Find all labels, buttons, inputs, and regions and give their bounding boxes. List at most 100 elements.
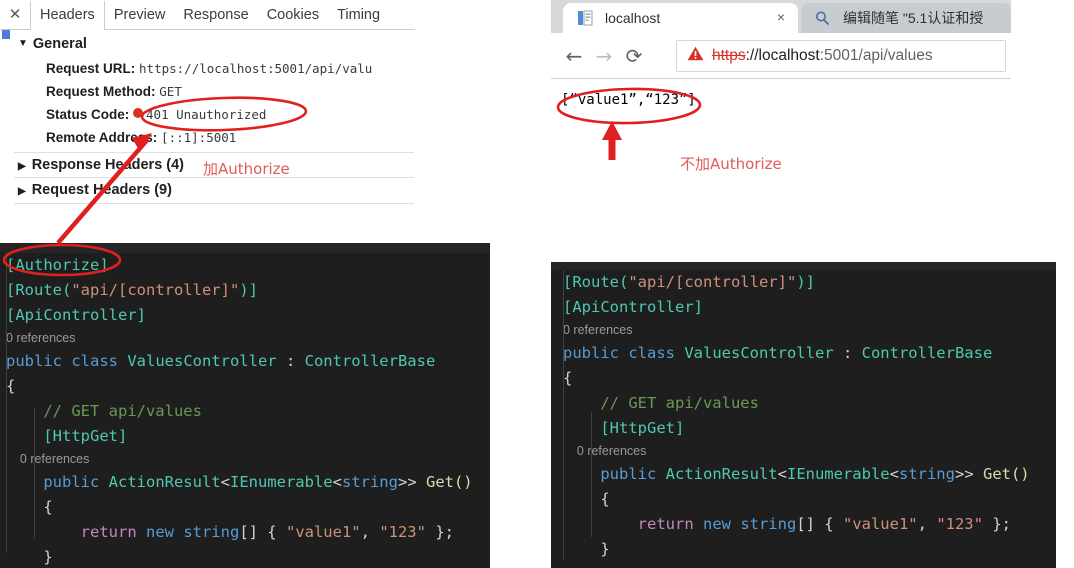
code-lines: [Route("api/[controller]")] [ApiControlle… <box>551 270 1056 562</box>
code-line: [HttpGet] <box>551 416 1056 441</box>
code-token: public <box>563 465 666 483</box>
response-headers-section[interactable]: ▶ Response Headers (4) <box>18 157 184 173</box>
code-token: [Authorize] <box>6 256 109 274</box>
code-token: new <box>702 515 741 533</box>
tab-headers[interactable]: Headers <box>30 0 105 30</box>
url-scheme-struck: https <box>712 47 746 64</box>
divider <box>14 203 414 204</box>
code-token: return <box>563 515 703 533</box>
code-token: class <box>71 352 128 370</box>
browser-tab-title: 编辑随笔 "5.1认证和授 <box>843 10 984 26</box>
code-line: [ApiController] <box>551 295 1056 320</box>
code-token: )] <box>796 273 815 291</box>
code-token: ActionResult <box>665 465 778 483</box>
indent-guide <box>34 408 35 538</box>
code-token: class <box>628 344 685 362</box>
code-token: : <box>833 344 862 362</box>
code-line: [Authorize] <box>0 253 490 278</box>
code-token: string <box>898 465 955 483</box>
browser-tab-title: localhost <box>605 10 661 26</box>
code-token: ValuesController <box>684 344 834 362</box>
address-bar[interactable]: https://localhost:5001/api/values <box>676 40 1006 72</box>
code-token: ControllerBase <box>861 344 993 362</box>
browser-tab-strip: localhost × 编辑随笔 "5.1认证和授 <box>551 0 1011 33</box>
code-token: public <box>6 473 109 491</box>
status-code-value: 401 Unauthorized <box>146 107 267 122</box>
code-token: public <box>6 352 72 370</box>
code-token: [ApiController] <box>6 306 146 324</box>
browser-tab-blog-editor[interactable]: 编辑随笔 "5.1认证和授 <box>801 3 1011 33</box>
code-token: ValuesController <box>127 352 277 370</box>
code-token: [Route( <box>6 281 72 299</box>
indent-guide <box>591 412 592 537</box>
code-line: public class ValuesController : Controll… <box>0 349 490 374</box>
chrome-browser-window: localhost × 编辑随笔 "5.1认证和授 ← → ⟳ https://… <box>551 0 1011 135</box>
code-line: 0 references <box>563 323 633 337</box>
code-token: < <box>777 465 787 483</box>
browser-toolbar: ← → ⟳ https://localhost:5001/api/values <box>551 33 1011 79</box>
request-url-value: https://localhost:5001/api/valu <box>139 61 373 76</box>
code-token: >> <box>397 473 426 491</box>
browser-tab-localhost[interactable]: localhost × <box>563 3 798 33</box>
code-token: "value1" <box>285 523 361 541</box>
code-editor-with-authorize: [Authorize] [Route("api/[controller]")] [A… <box>0 243 490 568</box>
url-separator: :// <box>745 47 759 64</box>
tab-response[interactable]: Response <box>174 1 257 29</box>
tab-timing[interactable]: Timing <box>328 1 389 29</box>
code-token: // GET api/values <box>563 394 759 412</box>
indent-guide <box>563 270 564 560</box>
general-section-header[interactable]: ▼ General <box>18 36 87 52</box>
request-method-row: Request Method: GET <box>46 84 182 99</box>
url-host: localhost <box>758 47 820 64</box>
code-token: >> <box>954 465 983 483</box>
remote-address-label: Remote Address: <box>46 130 158 145</box>
api-response-text: [“value1”,“123”] <box>561 92 696 108</box>
code-token: public <box>563 344 629 362</box>
reload-button[interactable]: ⟳ <box>619 44 649 68</box>
devtools-tab-bar: ✕ Headers Preview Response Cookies Timin… <box>0 0 415 30</box>
page-favicon-icon <box>577 10 593 26</box>
close-icon[interactable]: ✕ <box>0 1 30 29</box>
code-token: string <box>183 523 240 541</box>
tab-cookies[interactable]: Cookies <box>258 1 328 29</box>
code-line: { <box>551 366 1056 391</box>
code-token: [ApiController] <box>563 298 703 316</box>
code-token: [Route( <box>563 273 629 291</box>
browser-page-content: [“value1”,“123”] <box>551 80 1011 130</box>
code-line: public class ValuesController : Controll… <box>551 341 1056 366</box>
code-line: 0 references <box>6 331 76 345</box>
code-line: public ActionResult<IEnumerable<string>>… <box>551 462 1056 487</box>
code-token: < <box>220 473 230 491</box>
code-line: { <box>0 495 490 520</box>
tab-preview[interactable]: Preview <box>105 1 175 29</box>
code-token: IEnumerable <box>786 465 890 483</box>
request-method-value: GET <box>159 84 182 99</box>
devtools-network-headers-panel: ✕ Headers Preview Response Cookies Timin… <box>0 0 415 212</box>
code-line: return new string[] { "value1", "123" }; <box>551 512 1056 537</box>
code-line: [Route("api/[controller]")] <box>551 270 1056 295</box>
code-token: { <box>6 377 16 395</box>
status-error-dot-icon <box>133 108 144 118</box>
code-line: return new string[] { "value1", "123" }; <box>0 520 490 545</box>
not-secure-warning-icon[interactable] <box>687 46 704 66</box>
code-token: return <box>6 523 146 541</box>
request-headers-label: Request Headers (9) <box>31 182 172 198</box>
blog-favicon-icon <box>815 10 831 26</box>
code-token: } <box>563 540 610 558</box>
tab-close-icon[interactable]: × <box>777 10 785 24</box>
code-token: [HttpGet] <box>563 419 685 437</box>
remote-address-row: Remote Address: [::1]:5001 <box>46 130 236 145</box>
code-token: "api/[controller]" <box>628 273 797 291</box>
code-token: )] <box>239 281 258 299</box>
code-line: 0 references <box>6 452 90 466</box>
request-url-label: Request URL: <box>46 61 136 76</box>
code-line: [ApiController] <box>0 303 490 328</box>
code-token: string <box>740 515 797 533</box>
forward-button[interactable]: → <box>589 44 619 68</box>
code-token: < <box>332 473 342 491</box>
request-headers-section[interactable]: ▶ Request Headers (9) <box>18 182 172 198</box>
back-button[interactable]: ← <box>559 44 589 68</box>
status-code-row: Status Code: 401 Unauthorized <box>46 107 266 122</box>
chevron-right-icon: ▶ <box>18 161 26 172</box>
code-token: IEnumerable <box>229 473 333 491</box>
